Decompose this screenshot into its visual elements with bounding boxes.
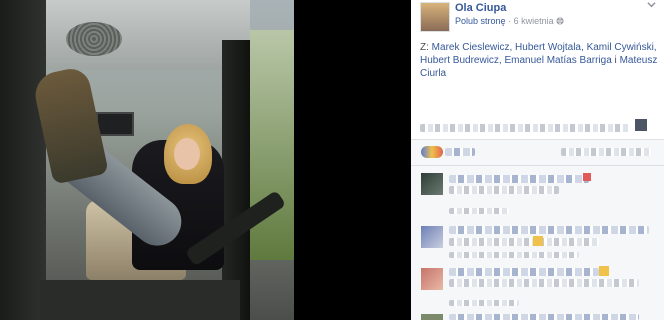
avatar[interactable] [420,2,450,32]
comment-text-pixelated [449,268,599,276]
comment-text-pixelated [449,186,559,194]
like-page-link[interactable]: Polub stronę [455,16,506,26]
post-sidebar: Ola Ciupa Polub stronę · 6 kwietnia Z: M… [411,0,664,320]
reaction-icons-pixelated [421,146,443,158]
chevron-down-icon[interactable] [647,0,656,12]
photo-viewer[interactable] [0,0,411,320]
cab-speaker [66,22,122,56]
post-actions-pixelated [420,124,630,132]
comment-avatar[interactable] [421,314,443,320]
tagged-people: Z: Marek Cieslewicz, Hubert Wojtala, Kam… [420,41,660,80]
tag-link[interactable]: Kamil Cywiński, [587,42,657,53]
tag-link[interactable]: Marek Cieslewicz, [432,42,513,53]
share-icon-pixelated [635,119,647,131]
comment-text-pixelated [449,279,639,287]
comment-emoji-pixelated [583,173,591,181]
tag-link[interactable]: Hubert Wojtala, [515,42,584,53]
globe-icon [556,16,564,26]
comment-actions-pixelated [449,252,579,258]
post-meta: Polub stronę · 6 kwietnia [455,16,564,26]
comment-avatar[interactable] [421,173,443,195]
tags-conjunction: i [614,55,617,66]
post-photo[interactable] [0,0,294,320]
divider [411,165,664,166]
comment-actions-pixelated [449,300,519,306]
comment-text-pixelated [449,175,589,183]
comment-text-pixelated [449,238,599,246]
person-face [174,138,200,170]
reactions-summary-pixelated [445,148,475,156]
comment-emoji-pixelated [599,266,609,276]
tag-link[interactable]: Hubert Budrewicz, [420,55,502,66]
cab-frame-right [222,40,250,320]
comment-avatar[interactable] [421,226,443,248]
tag-link[interactable]: Emanuel Matías Barriga [504,55,611,66]
comment-text-pixelated [449,226,649,234]
comment-avatar[interactable] [421,268,443,290]
post-date[interactable]: 6 kwietnia [514,16,554,26]
author-name[interactable]: Ola Ciupa [455,2,506,14]
meta-separator: · [508,16,512,26]
cab-window [250,30,294,260]
comment-emoji-pixelated [533,236,543,246]
comment-actions-pixelated [449,208,509,214]
cab-floor [40,280,240,320]
comments-count-pixelated [561,148,651,156]
cab-frame-left [0,0,46,320]
tags-label: Z: [420,42,429,53]
comment-text-pixelated [449,314,639,320]
cab-display [96,112,134,136]
